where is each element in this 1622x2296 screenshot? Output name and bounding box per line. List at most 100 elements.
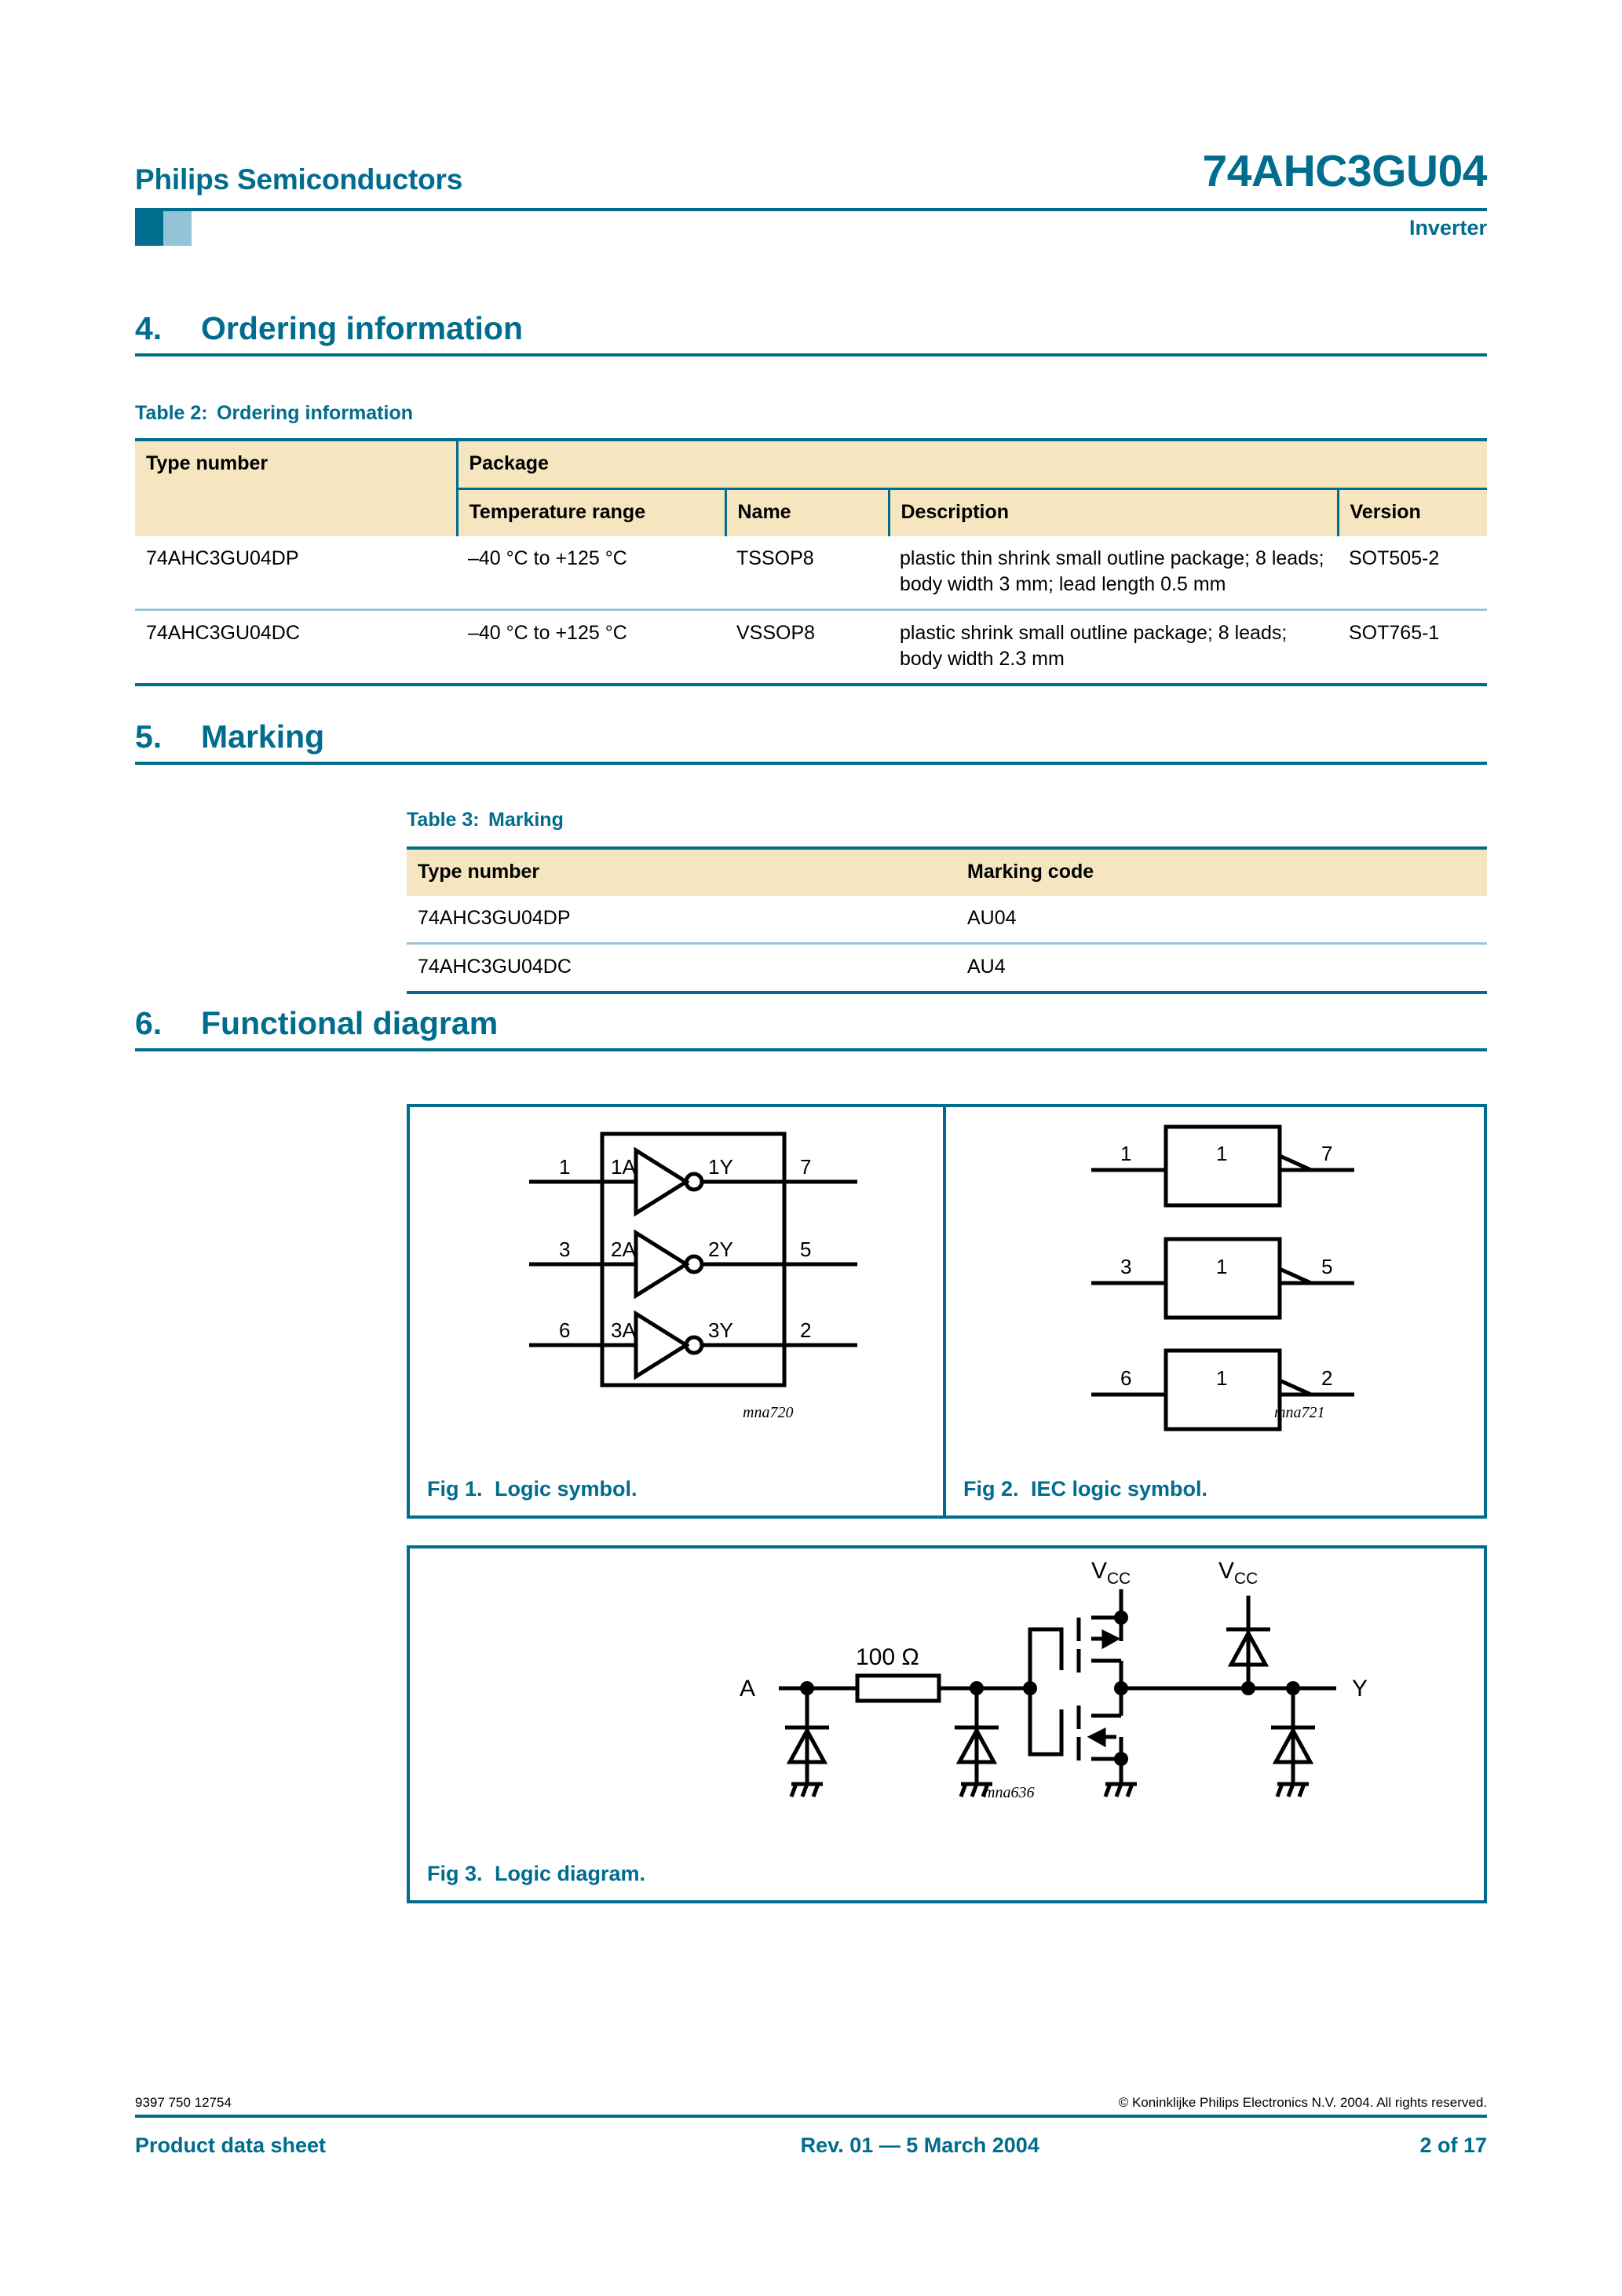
fig3-vcc-label-1: VCC (1091, 1558, 1131, 1588)
cell-temperature-range: –40 °C to +125 °C (468, 547, 627, 569)
copyright-notice: © Koninklijke Philips Electronics N.V. 2… (1118, 2095, 1487, 2110)
col-header-package: Package (455, 438, 1487, 489)
datasheet-page: Philips Semiconductors 74AHC3GU04 Invert… (0, 0, 1622, 2296)
cell-version: SOT505-2 (1349, 547, 1440, 569)
figure-2-caption: Fig 2. IEC logic symbol. (963, 1477, 1207, 1501)
fig2-pin-out-1: 7 (1321, 1142, 1332, 1165)
table-row: 74AHC3GU04DC AU4 (407, 942, 1487, 994)
fig2-symbol-3: 1 (1216, 1366, 1227, 1390)
figure-3-caption: Fig 3. Logic diagram. (427, 1862, 645, 1886)
section-marking: 5. Marking (135, 718, 1487, 765)
product-subtitle: Inverter (1408, 216, 1487, 239)
fig2-symbol-2: 1 (1216, 1255, 1227, 1278)
brand-swatches (135, 211, 192, 246)
figure-box-logic-diagram: A Y 100 Ω VCC VCC mna636 Fig 3. Logic di… (407, 1545, 1487, 1903)
cell-type-number: 74AHC3GU04DC (135, 609, 457, 686)
fig3-resistor-label: 100 Ω (856, 1644, 919, 1670)
fig1-label-in-3: 3A (611, 1318, 636, 1342)
fig2-pin-in-3: 6 (1120, 1366, 1131, 1390)
section-ordering-information: 4. Ordering information (135, 310, 1487, 356)
fig2-graphic-id: mna721 (1274, 1404, 1325, 1421)
table-caption-title: Ordering information (217, 402, 413, 424)
fig2-symbol-1: 1 (1216, 1142, 1227, 1165)
company-name: Philips Semiconductors (135, 163, 463, 196)
cell-marking-code: AU04 (967, 907, 1017, 929)
footer-divider (135, 2115, 1487, 2118)
fig1-pin-out-1: 7 (800, 1155, 811, 1179)
fig1-pin-in-1: 1 (559, 1155, 570, 1179)
cell-version: SOT765-1 (1338, 609, 1487, 686)
page-header: Philips Semiconductors 74AHC3GU04 Invert… (135, 149, 1487, 255)
cell-name: VSSOP8 (725, 609, 889, 686)
fig1-caption-number: Fig 1. (427, 1477, 483, 1501)
table-row: 74AHC3GU04DP –40 °C to +125 °C TSSOP8 pl… (135, 536, 1487, 610)
fig1-caption-text: Logic symbol. (495, 1477, 637, 1501)
table-row: 74AHC3GU04DP AU04 (407, 896, 1487, 944)
fig1-pin-in-2: 3 (559, 1238, 570, 1261)
fig2-caption-text: IEC logic symbol. (1031, 1477, 1208, 1501)
fig1-label-in-2: 2A (611, 1238, 636, 1261)
fig1-label-out-2: 2Y (708, 1238, 733, 1261)
section-number: 5. (135, 718, 163, 755)
fig2-caption-number: Fig 2. (963, 1477, 1019, 1501)
fig3-output-label: Y (1352, 1676, 1368, 1702)
swatch-light-icon (163, 211, 192, 246)
section-title: Functional diagram (201, 1005, 499, 1041)
section-number: 4. (135, 310, 163, 346)
fig1-pin-out-2: 5 (800, 1238, 811, 1261)
figure-2-panel: 1 3 6 1 1 1 7 5 2 mna721 Fig 2. IEC logi… (946, 1107, 1484, 1515)
table3-caption: Table 3: Marking (407, 809, 1487, 832)
swatch-dark-icon (135, 211, 163, 246)
section-rule (135, 353, 1487, 356)
ordering-information-table: Type number Package Temperature range Na… (135, 438, 1487, 686)
col-header-type-number: Type number (407, 846, 956, 896)
col-header-marking-code: Marking code (956, 846, 1487, 896)
cell-description: plastic thin shrink small outline packag… (900, 547, 1324, 595)
page-footer: 9397 750 12754 © Koninklijke Philips Ele… (135, 2095, 1487, 2158)
table-caption-title: Marking (488, 809, 564, 831)
cell-description: plastic shrink small outline package; 8 … (889, 609, 1338, 686)
section-rule (135, 1048, 1487, 1051)
fig3-vcc-label-2: VCC (1218, 1558, 1258, 1588)
fig1-graphic-id: mna720 (743, 1404, 794, 1421)
section-title: Marking (201, 718, 325, 755)
col-header-name: Name (724, 488, 889, 536)
section-title: Ordering information (201, 310, 523, 346)
fig2-pin-out-2: 5 (1321, 1255, 1332, 1278)
fig1-label-out-3: 3Y (708, 1318, 733, 1342)
cell-type-number: 74AHC3GU04DP (146, 547, 299, 569)
table2-caption: Table 2: Ordering information (135, 402, 1487, 425)
fig3-graphic-id: mna636 (984, 1784, 1035, 1801)
section-number: 6. (135, 1005, 163, 1041)
cell-temperature-range: –40 °C to +125 °C (457, 609, 725, 686)
cell-type-number: 74AHC3GU04DC (407, 942, 956, 994)
section-functional-diagram: 6. Functional diagram (135, 1005, 1487, 1051)
col-header-temperature-range: Temperature range (455, 488, 725, 536)
figure-1-caption: Fig 1. Logic symbol. (427, 1477, 637, 1501)
section-rule (135, 762, 1487, 765)
cell-marking-code: AU4 (956, 942, 1487, 994)
col-header-version: Version (1336, 488, 1487, 536)
document-number: 9397 750 12754 (135, 2095, 232, 2110)
fig2-artwork: 1 3 6 1 1 1 7 5 2 (946, 1107, 1484, 1453)
col-header-type-number: Type number (135, 438, 457, 536)
revision-info: Rev. 01 — 5 March 2004 (800, 2133, 1039, 2157)
fig3-artwork: A Y 100 Ω VCC VCC (410, 1548, 1485, 1831)
table-caption-label: Table 2: (135, 402, 208, 424)
table-row: 74AHC3GU04DC –40 °C to +125 °C VSSOP8 pl… (135, 609, 1487, 686)
part-number-title: 74AHC3GU04 (1202, 146, 1488, 196)
fig1-artwork: 1 3 6 1A 2A 3A 1Y 2Y 3Y 7 5 2 (410, 1107, 946, 1453)
fig1-label-out-1: 1Y (708, 1155, 733, 1179)
cell-type-number: 74AHC3GU04DP (418, 907, 571, 929)
table-caption-label: Table 3: (407, 809, 480, 831)
document-type: Product data sheet (135, 2133, 327, 2157)
fig2-pin-in-1: 1 (1120, 1142, 1131, 1165)
cell-name: TSSOP8 (736, 547, 814, 569)
figure-box-logic-symbols: 1 3 6 1A 2A 3A 1Y 2Y 3Y 7 5 2 mna720 Fig… (407, 1104, 1487, 1519)
fig1-label-in-1: 1A (611, 1155, 636, 1179)
fig3-caption-number: Fig 3. (427, 1862, 483, 1885)
marking-table: Type number Marking code 74AHC3GU04DP AU… (407, 846, 1487, 994)
figure-1-panel: 1 3 6 1A 2A 3A 1Y 2Y 3Y 7 5 2 mna720 Fig… (410, 1107, 946, 1515)
fig1-pin-in-3: 6 (559, 1318, 570, 1342)
fig3-caption-text: Logic diagram. (495, 1862, 646, 1885)
